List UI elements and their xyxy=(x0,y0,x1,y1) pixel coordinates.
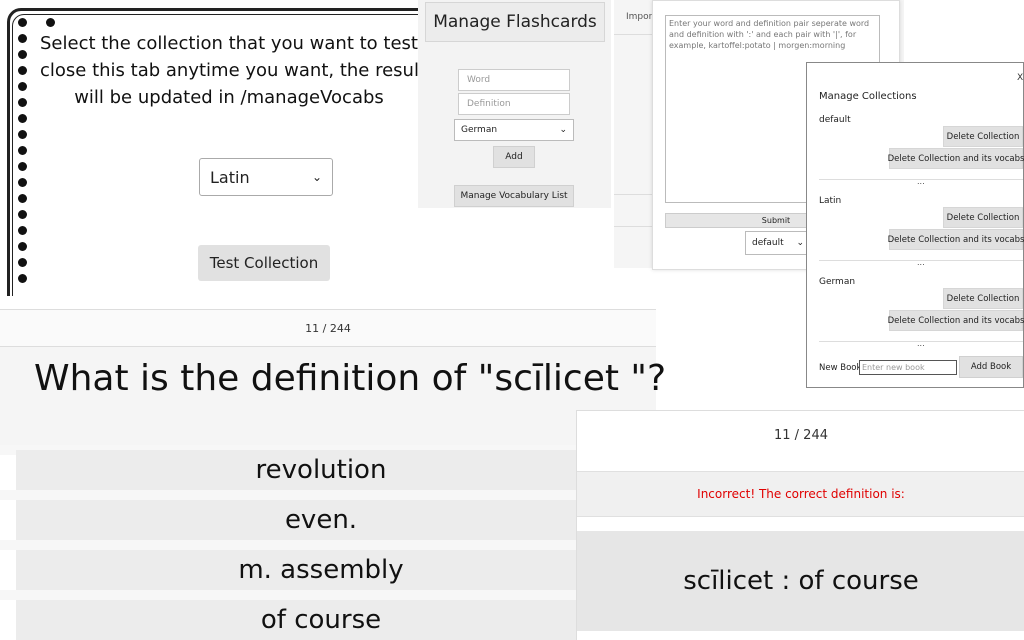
answer-option[interactable]: m. assembly xyxy=(16,550,626,590)
chevron-down-icon: ⌄ xyxy=(311,170,322,184)
instruction-line: Select the collection that you want to t… xyxy=(40,33,418,54)
word-input[interactable]: Word xyxy=(458,69,570,91)
delete-collection-button[interactable]: Delete Collection xyxy=(943,126,1023,147)
divider xyxy=(614,194,654,195)
divider xyxy=(0,540,656,550)
quiz-progress-counter: 11 / 244 xyxy=(0,309,656,347)
collection-select[interactable]: Latin ⌄ xyxy=(199,158,333,196)
delete-collection-vocabs-button[interactable]: Delete Collection and its vocabs xyxy=(888,229,1024,250)
more-indicator: ... xyxy=(917,258,925,267)
divider xyxy=(614,34,654,35)
answer-option[interactable]: of course xyxy=(16,600,626,640)
new-book-label: New Book xyxy=(819,363,862,373)
chevron-down-icon: ⌄ xyxy=(559,125,567,135)
delete-collection-button[interactable]: Delete Collection xyxy=(943,207,1023,228)
incorrect-message: Incorrect! The correct definition is: xyxy=(577,471,1024,517)
result-progress-counter: 11 / 244 xyxy=(774,427,828,443)
delete-collection-vocabs-button[interactable]: Delete Collection and its vocabs xyxy=(888,310,1024,331)
instruction-line: close this tab anytime you want, the res… xyxy=(40,60,418,81)
delete-collection-vocabs-button[interactable]: Delete Collection and its vocabs xyxy=(888,148,1024,169)
test-instructions: Select the collection that you want to t… xyxy=(40,30,418,111)
collection-name: default xyxy=(819,115,851,125)
correct-answer: scīlicet : of course xyxy=(577,531,1024,631)
chevron-down-icon: ⌄ xyxy=(796,238,804,248)
collection-select-value: Latin xyxy=(210,167,250,187)
answer-option[interactable]: even. xyxy=(16,500,626,540)
flashcard-collection-value: German xyxy=(461,125,498,135)
answer-option[interactable]: revolution xyxy=(16,450,626,490)
delete-collection-button[interactable]: Delete Collection xyxy=(943,288,1023,309)
new-book-input[interactable]: Enter new book xyxy=(859,360,957,375)
more-indicator: ... xyxy=(917,177,925,186)
divider xyxy=(614,226,654,227)
manage-collections-title: Manage Collections xyxy=(819,91,917,102)
add-flashcard-button[interactable]: Add xyxy=(493,146,535,168)
bulk-collection-value: default xyxy=(752,238,784,248)
divider xyxy=(0,590,656,600)
add-book-button[interactable]: Add Book xyxy=(959,356,1023,378)
quiz-panel: 11 / 244 What is the definition of "scīl… xyxy=(0,300,666,640)
flashcard-collection-select[interactable]: German ⌄ xyxy=(454,119,574,141)
definition-input[interactable]: Definition xyxy=(458,93,570,115)
result-panel: 11 / 244 Incorrect! The correct definiti… xyxy=(576,410,1024,640)
manage-flashcards-title: Manage Flashcards xyxy=(425,2,605,42)
test-collection-button[interactable]: Test Collection xyxy=(198,245,330,281)
manage-collections-modal: X Manage Collections default Delete Coll… xyxy=(806,62,1024,388)
manage-flashcards-panel: Manage Flashcards Word Definition German… xyxy=(418,0,611,208)
instruction-line: will be updated in /manageVocabs xyxy=(74,87,384,108)
close-icon[interactable]: X xyxy=(1017,73,1023,83)
bulk-collection-select[interactable]: default ⌄ xyxy=(745,231,811,255)
more-indicator: ... xyxy=(917,339,925,348)
manage-vocabulary-list-button[interactable]: Manage Vocabulary List xyxy=(454,185,574,207)
divider xyxy=(0,490,656,500)
test-collection-panel: Select the collection that you want to t… xyxy=(0,0,418,296)
collection-name: Latin xyxy=(819,196,842,206)
collection-name: German xyxy=(819,277,856,287)
quiz-question: What is the definition of "scīlicet "? xyxy=(34,358,667,399)
tab-import[interactable]: Impor xyxy=(614,2,652,32)
